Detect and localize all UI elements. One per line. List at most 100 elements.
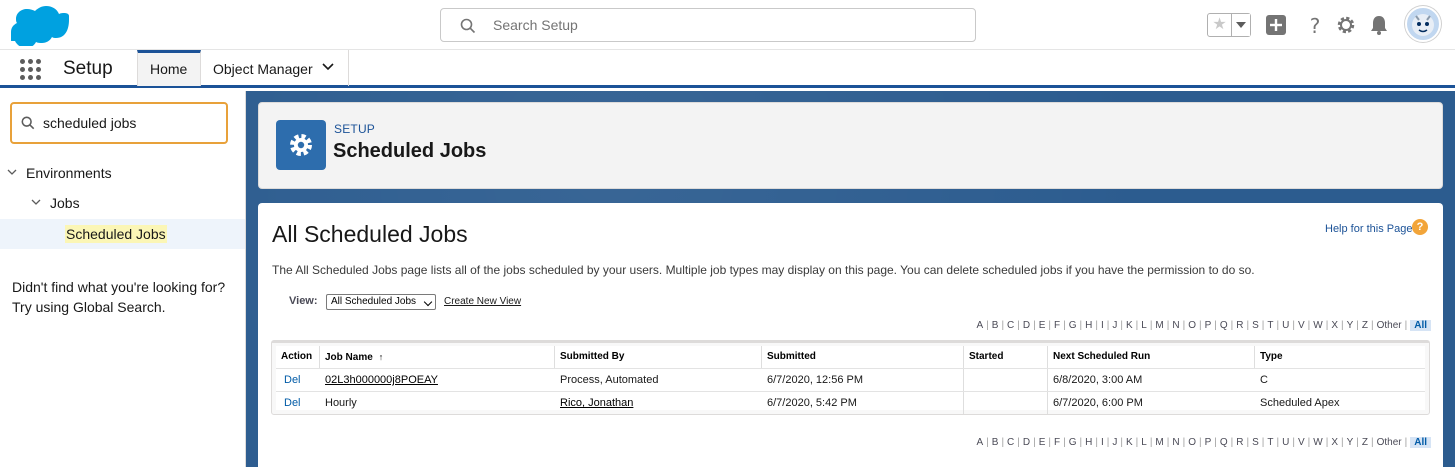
alpha-filter-other[interactable]: Other — [1377, 320, 1402, 331]
alpha-filter-c[interactable]: C — [1007, 320, 1014, 331]
alpha-filter-r[interactable]: R — [1236, 437, 1243, 448]
alpha-separator: | — [1182, 437, 1186, 448]
alpha-filter-b[interactable]: B — [992, 437, 999, 448]
alpha-filter-u[interactable]: U — [1282, 320, 1289, 331]
alpha-separator: | — [1048, 320, 1052, 331]
tab-object-manager[interactable]: Object Manager — [201, 50, 349, 86]
chevron-down-icon[interactable] — [322, 63, 334, 71]
alpha-separator: | — [1166, 320, 1170, 331]
create-new-view-link[interactable]: Create New View — [444, 296, 521, 307]
alpha-filter-y[interactable]: Y — [1347, 437, 1354, 448]
alpha-filter-s[interactable]: S — [1252, 320, 1259, 331]
bell-icon[interactable] — [1368, 14, 1390, 36]
star-icon[interactable]: ★ — [1208, 14, 1231, 36]
alpha-filter-e[interactable]: E — [1039, 320, 1046, 331]
alpha-filter-b[interactable]: B — [992, 320, 999, 331]
page-title: Scheduled Jobs — [333, 140, 487, 162]
started-cell — [964, 392, 1046, 414]
column-header-started[interactable]: Started — [964, 346, 1046, 368]
alpha-separator: | — [986, 437, 989, 448]
submitted-by-link[interactable]: Rico, Jonathan — [555, 392, 760, 414]
alpha-filter-p[interactable]: P — [1205, 437, 1212, 448]
tree-item-label: Jobs — [50, 195, 80, 211]
tab-home[interactable]: Home — [137, 50, 201, 86]
alpha-filter-q[interactable]: Q — [1220, 320, 1228, 331]
column-header-type[interactable]: Type — [1255, 346, 1425, 368]
favorites-dropdown-icon[interactable] — [1231, 14, 1250, 36]
gear-icon[interactable] — [1335, 14, 1357, 36]
alpha-filter-x[interactable]: X — [1331, 320, 1338, 331]
chevron-down-icon[interactable] — [7, 169, 17, 176]
global-search-input[interactable]: Search Setup — [440, 8, 976, 42]
alpha-filter-n[interactable]: N — [1172, 320, 1179, 331]
alpha-filter-d[interactable]: D — [1023, 437, 1030, 448]
alpha-filter-y[interactable]: Y — [1347, 320, 1354, 331]
help-icon[interactable]: ? — [1304, 14, 1326, 36]
tree-item-jobs[interactable]: Jobs — [0, 188, 245, 218]
salesforce-logo[interactable] — [11, 6, 69, 46]
alpha-filter-g[interactable]: G — [1069, 437, 1077, 448]
app-launcher-icon[interactable] — [20, 59, 42, 81]
alpha-filter-k[interactable]: K — [1126, 437, 1133, 448]
column-header-next-scheduled-run[interactable]: Next Scheduled Run — [1048, 346, 1253, 368]
alpha-filter-k[interactable]: K — [1126, 320, 1133, 331]
alpha-filter-all[interactable]: All — [1410, 437, 1431, 448]
job-name-cell: Hourly — [325, 397, 357, 409]
help-link[interactable]: Help for this Page — [1325, 223, 1412, 235]
alpha-separator: | — [1149, 437, 1153, 448]
tree-item-scheduled-jobs[interactable]: Scheduled Jobs — [0, 219, 245, 249]
alpha-separator: | — [1370, 320, 1374, 331]
view-select[interactable]: All Scheduled Jobs — [326, 294, 436, 310]
alpha-filter-w[interactable]: W — [1313, 320, 1322, 331]
alpha-filter-other[interactable]: Other — [1377, 437, 1402, 448]
alpha-filter-v[interactable]: V — [1298, 320, 1305, 331]
alpha-separator: | — [1182, 320, 1186, 331]
alpha-filter-c[interactable]: C — [1007, 437, 1014, 448]
alpha-filter-all[interactable]: All — [1410, 320, 1431, 331]
alpha-separator: | — [1199, 320, 1202, 331]
alpha-separator: | — [1292, 320, 1295, 331]
alpha-filter-u[interactable]: U — [1282, 437, 1289, 448]
alpha-filter-v[interactable]: V — [1298, 437, 1305, 448]
alpha-filter-h[interactable]: H — [1085, 437, 1092, 448]
alpha-filter-r[interactable]: R — [1236, 320, 1243, 331]
column-header-job-name[interactable]: Job Name ↑ — [320, 346, 553, 368]
alpha-filter-m[interactable]: M — [1155, 437, 1163, 448]
delete-link[interactable]: Del — [279, 392, 319, 414]
alpha-filter-w[interactable]: W — [1313, 437, 1322, 448]
add-icon[interactable] — [1265, 14, 1287, 36]
alpha-separator: | — [1261, 437, 1265, 448]
alpha-separator: | — [1135, 437, 1139, 448]
favorites-button[interactable]: ★ — [1207, 13, 1251, 37]
submitted-by-cell: Process, Automated — [560, 374, 659, 386]
delete-link[interactable]: Del — [279, 369, 319, 391]
alpha-filter-e[interactable]: E — [1039, 437, 1046, 448]
alpha-filter-s[interactable]: S — [1252, 437, 1259, 448]
type-cell: C — [1260, 374, 1268, 386]
alpha-filter-o[interactable]: O — [1188, 437, 1196, 448]
alpha-filter-o[interactable]: O — [1188, 320, 1196, 331]
alpha-separator: | — [1246, 320, 1250, 331]
alpha-filter-q[interactable]: Q — [1220, 437, 1228, 448]
help-icon[interactable]: ? — [1412, 219, 1428, 235]
sort-ascending-icon: ↑ — [378, 352, 384, 362]
column-header-submitted-by[interactable]: Submitted By — [555, 346, 760, 368]
column-header-submitted[interactable]: Submitted — [762, 346, 962, 368]
tree-item-environments[interactable]: Environments — [0, 158, 245, 188]
alpha-filter-g[interactable]: G — [1069, 320, 1077, 331]
job-name-link[interactable]: 02L3h000000j8POEAY — [320, 369, 553, 391]
tree-item-label: Scheduled Jobs — [65, 225, 167, 243]
alpha-filter-d[interactable]: D — [1023, 320, 1030, 331]
alpha-filter-p[interactable]: P — [1205, 320, 1212, 331]
alpha-filter-n[interactable]: N — [1172, 437, 1179, 448]
alpha-filter-x[interactable]: X — [1331, 437, 1338, 448]
avatar[interactable] — [1405, 6, 1441, 42]
chevron-down-icon[interactable] — [31, 199, 41, 206]
alpha-filter-m[interactable]: M — [1155, 320, 1163, 331]
app-name: Setup — [63, 58, 113, 79]
alpha-separator: | — [1149, 320, 1153, 331]
alpha-filter-h[interactable]: H — [1085, 320, 1092, 331]
alpha-filter-a[interactable]: A — [976, 320, 983, 331]
quick-find-input[interactable]: scheduled jobs — [10, 102, 228, 144]
alpha-filter-a[interactable]: A — [976, 437, 983, 448]
